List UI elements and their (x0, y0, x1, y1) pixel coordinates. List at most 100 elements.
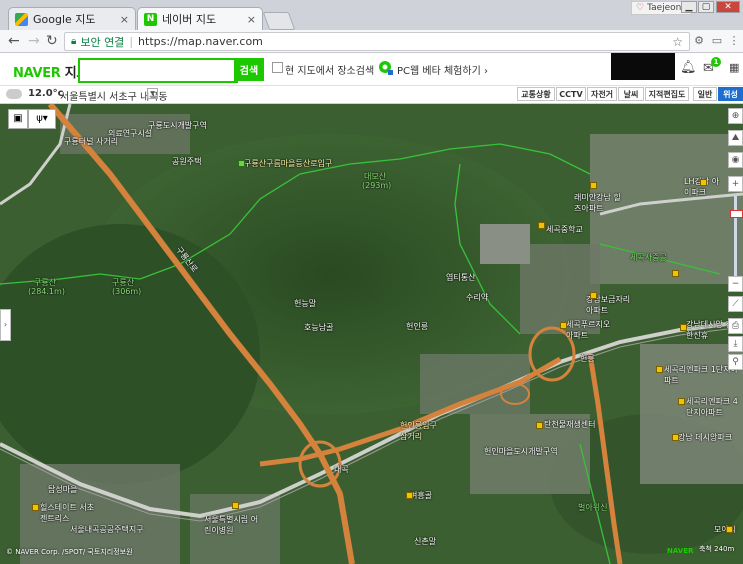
map-label[interactable]: 헌인릉 (406, 321, 428, 332)
back-arrow-icon[interactable]: ← (8, 33, 20, 49)
map-label[interactable]: 염티통산 (446, 272, 475, 283)
poi-marker[interactable] (590, 292, 597, 299)
map-label[interactable]: (284.1m) (28, 287, 65, 296)
address-bar[interactable]: 🔒︎ 보안 연결 | https://map.naver.com ☆ (64, 32, 690, 51)
map-label[interactable]: 탄천물재생센터 (544, 419, 596, 430)
logo-brand: NAVER (13, 66, 61, 81)
zoom-in-icon[interactable]: + (728, 176, 743, 192)
extension-icon[interactable]: ⚙ (692, 34, 706, 48)
map-label[interactable]: 신촌말 (414, 536, 436, 547)
traffic-button[interactable]: 교통상황 (517, 87, 555, 101)
map-label[interactable]: 헌능말 (294, 298, 316, 309)
map-label[interactable]: 벌아위신 (578, 502, 607, 513)
poi-marker[interactable] (560, 322, 567, 329)
map-label[interactable]: 헌인릉입구 삼거리 (400, 420, 440, 442)
current-map-search-checkbox[interactable] (272, 62, 283, 73)
map-label[interactable]: 서울특별시립 어린이병원 (204, 514, 260, 536)
poi-marker[interactable] (700, 179, 707, 186)
marker-icon[interactable]: ◉ (728, 152, 743, 168)
ruler-icon[interactable]: ⟋ (728, 296, 743, 312)
map-label[interactable]: 호능남골 (304, 322, 333, 333)
tab-google-maps[interactable]: Google 지도 × (8, 7, 136, 30)
print-icon[interactable]: ⎙ (728, 318, 743, 334)
menu-icon[interactable]: ⋮ (727, 34, 741, 48)
minimize-button[interactable]: ▁ (681, 1, 697, 13)
zoom-slider-track[interactable] (734, 196, 737, 276)
pc-beta-link[interactable]: PC웹 베타 체험하기 › (397, 62, 488, 77)
poi-marker[interactable] (232, 502, 239, 509)
cast-icon[interactable]: ▭ (710, 34, 724, 48)
poi-marker[interactable] (678, 398, 685, 405)
poi-marker[interactable] (32, 504, 39, 511)
map-label[interactable]: 내곡 (334, 464, 349, 475)
restaurant-filter-icon[interactable]: ψ▾ (28, 109, 56, 129)
map-label[interactable]: 헌인마을도시개발구역 (484, 446, 558, 457)
satellite-map-button[interactable]: 위성 (718, 87, 743, 101)
maximize-button[interactable]: ▢ (698, 1, 714, 13)
bell-icon[interactable]: 🔔︎ (680, 60, 697, 75)
tab-title: 네이버 지도 (162, 13, 217, 26)
poi-marker[interactable] (590, 182, 597, 189)
close-icon[interactable]: × (120, 13, 129, 26)
address-separator: | (129, 35, 134, 48)
normal-map-button[interactable]: 일반 (693, 87, 717, 101)
map-label[interactable]: 힐스테이트 서초젠트리스 (40, 502, 100, 524)
poi-marker[interactable] (538, 222, 545, 229)
map-label[interactable]: (306m) (112, 287, 141, 296)
map-label[interactable]: 수리약 (466, 292, 488, 303)
map-label[interactable]: 공원주택 (172, 156, 201, 167)
bicycle-button[interactable]: 자전거 (587, 87, 617, 101)
zoom-slider-handle[interactable] (730, 210, 743, 218)
map-label[interactable]: 탑성마을 (48, 484, 77, 495)
poi-marker[interactable] (656, 366, 663, 373)
locate-me-icon[interactable]: ⊕ (728, 108, 743, 124)
search-button[interactable]: 검색 (234, 58, 264, 81)
forward-arrow-icon[interactable]: → (28, 33, 40, 49)
map-label[interactable]: 래미안강남 힐즈아파트 (574, 192, 624, 214)
map-label[interactable]: 서울내곡공공주택지구 (70, 524, 144, 535)
search-input[interactable] (78, 58, 238, 83)
map-label[interactable]: 구룡산구름마을등산로입구 (244, 158, 332, 169)
bookmark-star-icon[interactable]: ☆ (672, 35, 683, 49)
cadastral-button[interactable]: 지적편집도 (645, 87, 689, 101)
share-link-icon[interactable]: ⚲ (728, 354, 743, 370)
window-close-button[interactable]: ✕ (716, 1, 740, 13)
promo-banner-image[interactable] (611, 53, 675, 80)
new-tab-button[interactable] (262, 12, 296, 30)
bus-icon[interactable]: ▣ (8, 109, 28, 129)
close-icon[interactable]: × (247, 13, 256, 26)
cloud-icon (6, 89, 22, 99)
poi-marker[interactable] (680, 324, 687, 331)
scale-prefix: 축척 (699, 545, 712, 553)
map-label[interactable]: 헌릉 (580, 353, 595, 364)
naver-map-watermark: NAVER (667, 547, 694, 555)
apartment-complex (480, 224, 530, 264)
chevron-right-icon: › (483, 66, 488, 77)
street-view-icon[interactable]: ⛰ (728, 130, 743, 146)
browser-toolbar: ← → ↻ 🔒︎ 보안 연결 | https://map.naver.com ☆… (0, 30, 743, 53)
map-label[interactable]: 의료연구시설 (108, 128, 152, 139)
trailhead-marker[interactable] (238, 160, 245, 167)
map-right-controls: ⊕ ⛰ ◉ + − ⟋ ⎙ ⤓ ⚲ (728, 104, 743, 564)
map-label[interactable]: 세곡사중공 (630, 252, 667, 263)
map-label[interactable]: 세곡푸르지오 아파트 (566, 319, 616, 341)
weather-button[interactable]: 날씨 (618, 87, 644, 101)
map-label[interactable]: 여흥골 (410, 490, 432, 501)
poi-marker[interactable] (406, 492, 413, 499)
tab-naver-map[interactable]: N 네이버 지도 × (137, 7, 263, 30)
app-grid-icon[interactable]: ▦ (729, 61, 739, 74)
poi-marker[interactable] (672, 434, 679, 441)
zoom-out-icon[interactable]: − (728, 276, 743, 292)
satellite-map[interactable]: 구룡터널 사거리 의료연구시설 구룡도시개발구역 공원주택 구룡산구름마을등산로… (0, 104, 743, 564)
naver-map-logo[interactable]: NAVER 지도 (13, 62, 88, 81)
poi-marker[interactable] (536, 422, 543, 429)
chevron-down-icon[interactable]: ▼ (147, 88, 158, 99)
map-label[interactable]: 구룡도시개발구역 (148, 120, 207, 131)
panel-toggle-chevron-icon[interactable]: › (0, 309, 11, 341)
poi-marker[interactable] (672, 270, 679, 277)
reload-icon[interactable]: ↻ (46, 33, 58, 49)
map-label[interactable]: 세곡중학교 (546, 224, 583, 235)
save-icon[interactable]: ⤓ (728, 336, 743, 352)
cctv-button[interactable]: CCTV (556, 87, 586, 101)
map-label[interactable]: (293m) (362, 181, 391, 190)
